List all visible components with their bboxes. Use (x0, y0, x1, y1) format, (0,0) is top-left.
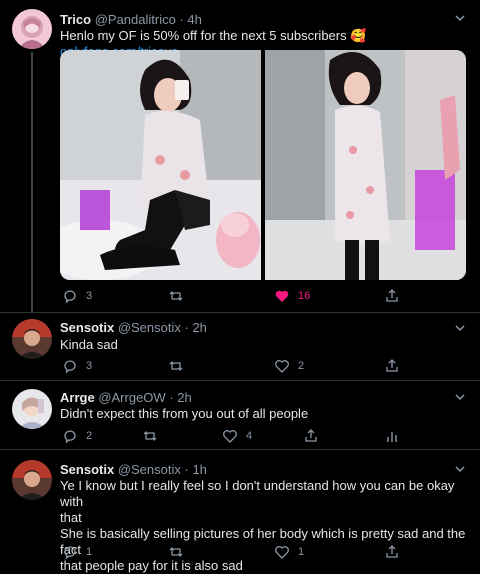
user-handle[interactable]: @Sensotix (118, 462, 181, 477)
share-icon (305, 429, 317, 442)
tweet-actions: 2 4 (60, 428, 465, 446)
chevron-down-icon[interactable] (454, 463, 466, 475)
share-icon (386, 545, 398, 558)
heart-filled-icon (275, 290, 289, 302)
tweet-text: Didn't expect this from you out of all p… (60, 406, 309, 421)
display-name[interactable]: Sensotix (60, 320, 114, 335)
heart-icon (223, 430, 237, 443)
heart-icon (275, 360, 289, 373)
media-photo-2[interactable] (265, 50, 466, 280)
retweet-button[interactable] (168, 288, 192, 304)
chevron-down-icon[interactable] (454, 322, 466, 334)
tweet-actions: 3 16 (60, 288, 465, 306)
timestamp[interactable]: · 1h (185, 462, 207, 477)
avatar[interactable] (12, 389, 52, 429)
like-count: 2 (298, 360, 305, 372)
like-count: 4 (246, 430, 253, 442)
tweet-original[interactable]: Trico @Pandalitrico · 4h Henlo my OF is … (0, 0, 480, 312)
analytics-icon (387, 432, 397, 442)
share-button[interactable] (384, 288, 400, 304)
retweet-button[interactable] (168, 544, 192, 560)
reply-count: 2 (86, 430, 93, 442)
share-button[interactable] (303, 428, 319, 444)
tweet-reply[interactable]: Sensotix @Sensotix · 1h Ye I know but I … (0, 450, 480, 573)
reply-button[interactable]: 1 (62, 544, 92, 560)
tweet-actions: 1 1 (60, 544, 465, 562)
share-button[interactable] (384, 358, 400, 374)
heart-icon (275, 546, 289, 559)
share-icon (386, 359, 398, 372)
user-handle[interactable]: @Sensotix (118, 320, 181, 335)
like-button[interactable]: 1 (274, 544, 304, 560)
like-button[interactable]: 4 (222, 428, 252, 444)
tweet-header: Sensotix @Sensotix · 2h (60, 320, 207, 335)
reply-icon (64, 430, 76, 444)
share-icon (386, 289, 398, 302)
reply-button[interactable]: 3 (62, 358, 92, 374)
tweet-reply[interactable]: Sensotix @Sensotix · 2h Kinda sad 3 2 (0, 313, 480, 380)
tweet-text-line: Ye I know but I really feel so I don't u… (60, 478, 455, 509)
timestamp[interactable]: · 2h (169, 390, 191, 405)
tweet-header: Sensotix @Sensotix · 1h (60, 462, 207, 477)
chevron-down-icon[interactable] (454, 391, 466, 403)
thread-line (31, 52, 33, 312)
display-name[interactable]: Sensotix (60, 462, 114, 477)
tweet-header: Arrge @ArrgeOW · 2h (60, 390, 192, 405)
like-count: 16 (298, 290, 311, 302)
retweet-icon (169, 291, 183, 301)
tweet-header: Trico @Pandalitrico · 4h (60, 12, 202, 27)
reply-count: 3 (86, 360, 93, 372)
tweet-text-line: that (60, 510, 82, 525)
timestamp[interactable]: · 4h (179, 12, 201, 27)
like-button[interactable]: 2 (274, 358, 304, 374)
share-button[interactable] (384, 544, 400, 560)
reply-icon (64, 546, 76, 560)
avatar[interactable] (12, 460, 52, 500)
display-name[interactable]: Trico (60, 12, 91, 27)
like-count: 1 (298, 546, 305, 558)
reply-count: 3 (86, 290, 93, 302)
display-name[interactable]: Arrge (60, 390, 95, 405)
reply-button[interactable]: 3 (62, 288, 92, 304)
tweet-text-content: Henlo my OF is 50% off for the next 5 su… (60, 28, 367, 43)
media-gallery[interactable] (60, 50, 466, 280)
avatar[interactable] (12, 9, 52, 49)
timestamp[interactable]: · 2h (185, 320, 207, 335)
chevron-down-icon[interactable] (454, 12, 466, 24)
tweet-text: Kinda sad (60, 337, 118, 352)
reply-count: 1 (86, 546, 93, 558)
like-button[interactable]: 16 (274, 288, 310, 304)
retweet-button[interactable] (142, 428, 166, 444)
user-handle[interactable]: @Pandalitrico (95, 12, 176, 27)
retweet-icon (169, 547, 183, 557)
reply-icon (64, 290, 76, 304)
retweet-icon (169, 361, 183, 371)
retweet-icon (143, 431, 157, 441)
analytics-button[interactable] (384, 428, 400, 444)
tweet-actions: 3 2 (60, 358, 465, 376)
avatar[interactable] (12, 319, 52, 359)
reply-button[interactable]: 2 (62, 428, 92, 444)
user-handle[interactable]: @ArrgeOW (98, 390, 165, 405)
tweet-reply[interactable]: Arrge @ArrgeOW · 2h Didn't expect this f… (0, 381, 480, 449)
reply-icon (64, 360, 76, 374)
retweet-button[interactable] (168, 358, 192, 374)
media-photo-1[interactable] (60, 50, 261, 280)
